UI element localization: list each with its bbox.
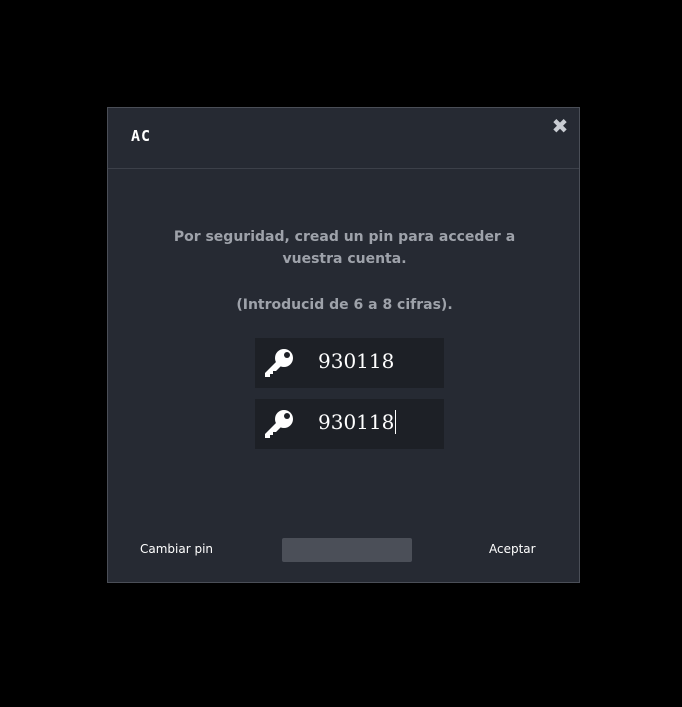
close-icon[interactable]: ✖ bbox=[551, 116, 569, 136]
pin-dialog: AC ✖ Por seguridad, cread un pin para ac… bbox=[107, 107, 580, 583]
middle-button[interactable] bbox=[282, 538, 412, 562]
change-pin-button[interactable]: Cambiar pin bbox=[140, 542, 213, 556]
accept-button[interactable]: Aceptar bbox=[489, 542, 536, 556]
pin-confirm-text: 930118 bbox=[318, 410, 395, 434]
security-message: Por seguridad, cread un pin para acceder… bbox=[173, 229, 516, 267]
pin-length-hint: (Introducid de 6 a 8 cifras). bbox=[236, 297, 453, 313]
pin-value: 930118 bbox=[318, 349, 395, 373]
dialog-titlebar: AC ✖ bbox=[108, 108, 579, 169]
key-icon bbox=[265, 410, 293, 438]
key-icon bbox=[265, 349, 293, 377]
pin-confirm-value: 930118 bbox=[318, 409, 397, 435]
app-logo: AC bbox=[131, 127, 152, 145]
text-caret bbox=[395, 410, 397, 434]
pin-confirm-input[interactable]: 930118 bbox=[255, 399, 444, 449]
pin-input[interactable]: 930118 bbox=[255, 338, 444, 388]
